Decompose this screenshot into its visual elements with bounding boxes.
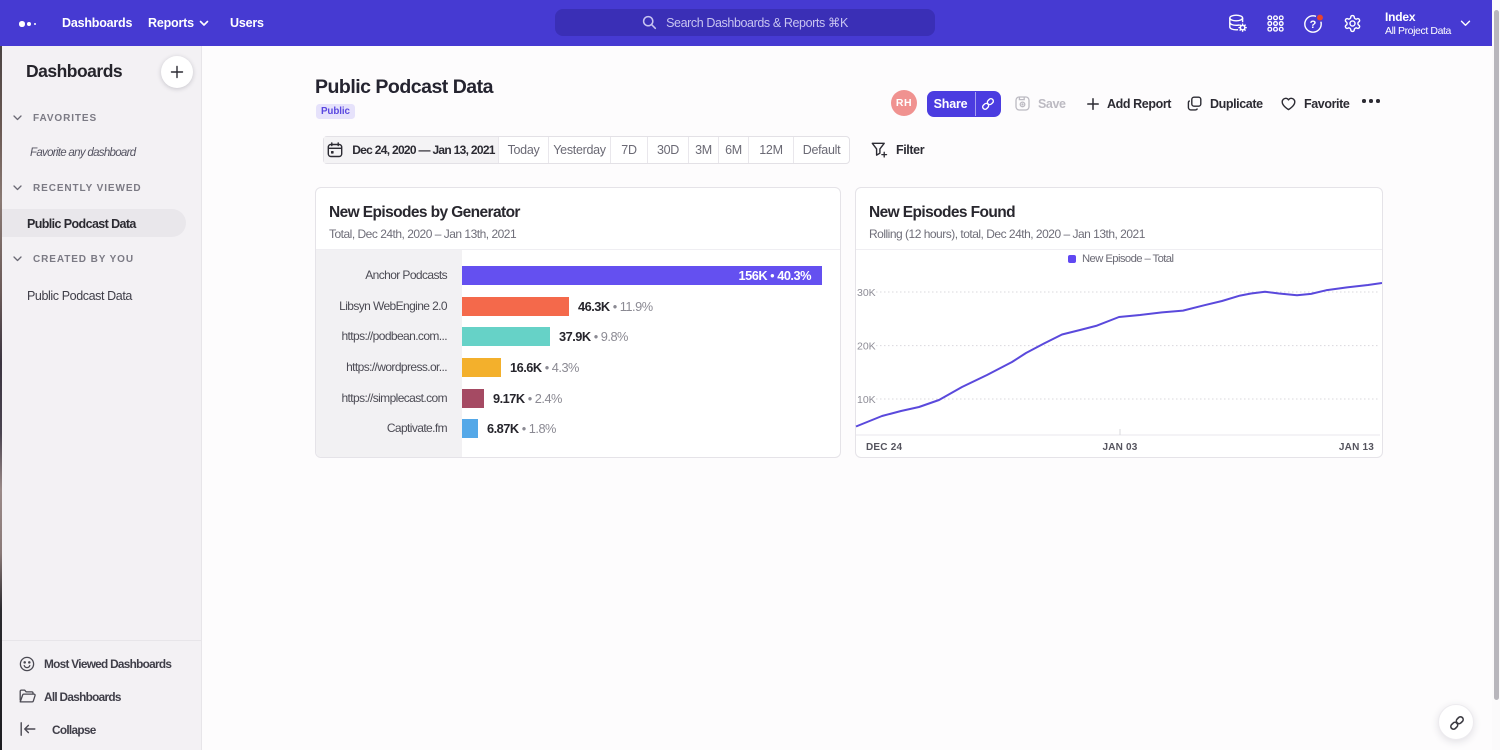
svg-text:JAN 03: JAN 03: [1102, 442, 1137, 453]
svg-text:?: ?: [1310, 19, 1317, 31]
svg-text:30K: 30K: [857, 287, 876, 299]
svg-text:20K: 20K: [857, 341, 876, 353]
svg-text:JAN 13: JAN 13: [1339, 442, 1374, 453]
svg-text:DEC 24: DEC 24: [866, 442, 902, 453]
svg-text:10K: 10K: [857, 394, 876, 406]
